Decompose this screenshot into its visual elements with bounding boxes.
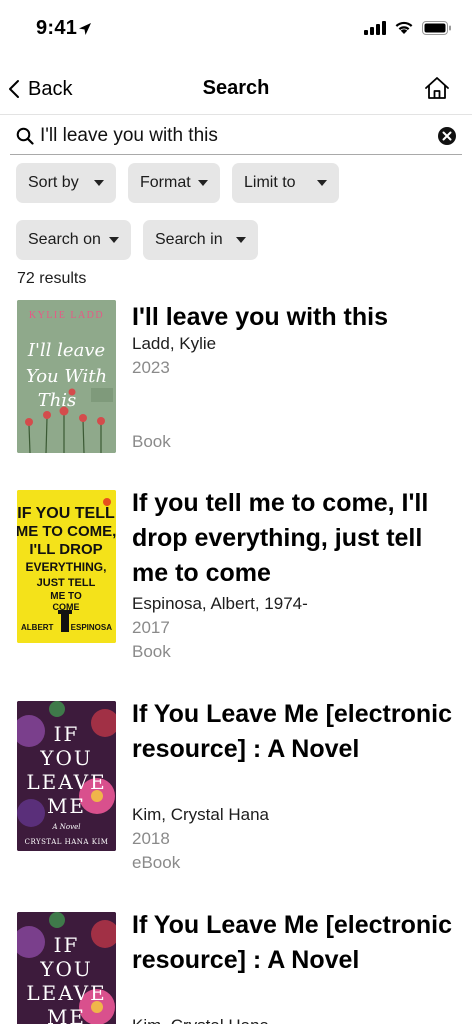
search-in-label: Search in (155, 231, 223, 248)
svg-text:IF: IF (54, 722, 80, 746)
svg-text:ME: ME (47, 1005, 86, 1024)
location-arrow-icon (79, 23, 91, 35)
result-format: Book (132, 642, 171, 661)
result-title: I'll leave you with this (132, 303, 389, 331)
nav-bar: Back Search (0, 62, 472, 115)
chevron-left-icon (9, 80, 19, 98)
status-icons (364, 20, 452, 35)
cover-author: KYLIE LADD (29, 310, 104, 321)
format-label: Format (140, 174, 191, 191)
caret-down-icon (94, 180, 104, 186)
book-cover-art: KYLIE LADD I'll leave You With This (17, 300, 116, 453)
svg-text:LEAVE: LEAVE (26, 770, 106, 794)
svg-text:ME: ME (47, 794, 86, 818)
result-format: Book (132, 432, 171, 451)
result-author: Kim, Crystal Hana (132, 805, 269, 824)
result-year: 2018 (132, 829, 170, 848)
cover-subtitle: A Novel (52, 823, 81, 831)
book-cover: IF YOU TELL ME TO COME, I'LL DROP EVERYT… (17, 490, 116, 643)
result-item[interactable]: IF YOU LEAVE ME A Novel CRYSTAL HANA KIM… (0, 700, 472, 901)
search-on-label: Search on (28, 231, 101, 248)
book-cover-art: IF YOU TELL ME TO COME, I'LL DROP EVERYT… (17, 490, 116, 643)
cover-footer-right: ESPINOSA (71, 623, 113, 632)
battery-icon (422, 20, 451, 35)
svg-text:ME TO: ME TO (50, 591, 82, 602)
result-title: If you tell me to come, I'll drop everyt… (132, 489, 429, 587)
cover-footer-left: ALBERT (21, 623, 54, 632)
clear-icon[interactable] (438, 127, 456, 145)
search-bar (10, 118, 462, 155)
result-author: Espinosa, Albert, 1974- (132, 594, 308, 613)
result-title: If You Leave Me [electronic resource] : … (132, 912, 453, 974)
results-count: 72 results (17, 270, 87, 287)
result-author: Kim, Crystal Hana (132, 1016, 269, 1024)
caret-down-icon (198, 180, 208, 186)
home-icon (425, 77, 449, 99)
status-time: 9:41 (36, 17, 78, 39)
back-label: Back (28, 77, 73, 100)
result-author: Ladd, Kylie (132, 334, 217, 353)
back-button[interactable]: Back (8, 76, 72, 102)
cover-footer: CRYSTAL HANA KIM (25, 838, 109, 846)
status-bar: 9:41 (0, 0, 472, 60)
wifi-icon (395, 21, 413, 34)
svg-text:I'll leave: I'll leave (27, 340, 105, 361)
svg-text:YOU: YOU (39, 957, 92, 981)
caret-down-icon (109, 237, 119, 243)
home-button[interactable] (424, 76, 452, 102)
result-year: 2023 (132, 358, 170, 377)
caret-down-icon (317, 180, 327, 186)
book-cover-art: IF YOU LEAVE ME (17, 912, 116, 1024)
svg-text:I'LL DROP: I'LL DROP (29, 541, 102, 558)
svg-text:LEAVE: LEAVE (26, 981, 106, 1005)
sort-by-dropdown[interactable]: Sort by (16, 163, 116, 203)
search-in-dropdown[interactable]: Search in (143, 220, 258, 260)
svg-text:ME TO COME,: ME TO COME, (17, 523, 116, 540)
svg-text:JUST TELL: JUST TELL (37, 577, 96, 589)
search-input[interactable] (40, 120, 420, 152)
book-cover: IF YOU LEAVE ME (17, 912, 116, 1024)
svg-text:EVERYTHING,: EVERYTHING, (26, 560, 107, 574)
result-title: If You Leave Me [electronic resource] : … (132, 700, 453, 763)
search-on-dropdown[interactable]: Search on (16, 220, 131, 260)
book-cover: IF YOU LEAVE ME A Novel CRYSTAL HANA KIM (17, 701, 116, 851)
result-format: eBook (132, 853, 181, 872)
search-icon (16, 127, 34, 145)
svg-text:You With: You With (26, 366, 107, 387)
book-cover: KYLIE LADD I'll leave You With This (17, 300, 116, 453)
svg-text:IF: IF (54, 933, 80, 957)
svg-text:YOU: YOU (39, 746, 92, 770)
svg-text:IF YOU TELL: IF YOU TELL (17, 505, 115, 522)
book-cover-art: IF YOU LEAVE ME A Novel CRYSTAL HANA KIM (17, 701, 116, 851)
sort-by-label: Sort by (28, 174, 79, 191)
result-item[interactable]: KYLIE LADD I'll leave You With This I'll… (0, 300, 472, 500)
caret-down-icon (236, 237, 246, 243)
signal-icon (364, 20, 386, 35)
result-item[interactable]: IF YOU LEAVE ME If You Leave Me [electro… (0, 912, 472, 1024)
result-item[interactable]: IF YOU TELL ME TO COME, I'LL DROP EVERYT… (0, 489, 472, 690)
limit-to-dropdown[interactable]: Limit to (232, 163, 339, 203)
result-year: 2017 (132, 618, 170, 637)
limit-to-label: Limit to (244, 174, 296, 191)
format-dropdown[interactable]: Format (128, 163, 220, 203)
